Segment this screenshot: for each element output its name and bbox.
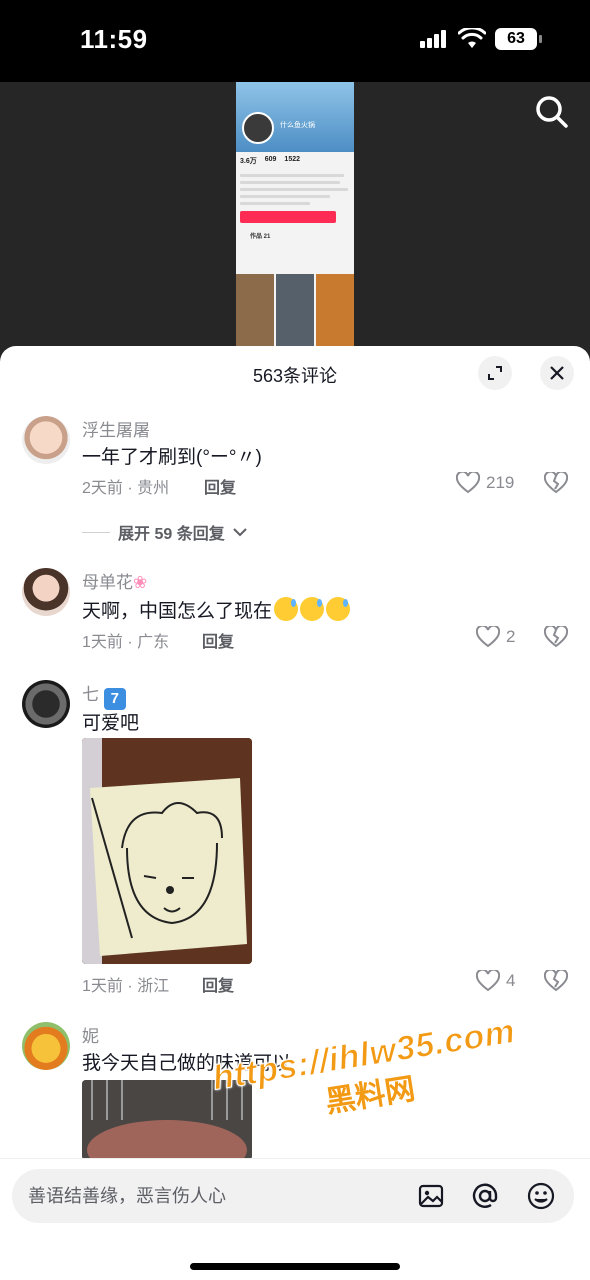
bio-line <box>240 181 340 184</box>
status-bar: 11:59 63 <box>0 0 590 82</box>
broken-heart-icon[interactable] <box>544 626 568 648</box>
reply-button[interactable]: 回复 <box>204 474 236 498</box>
sweat-smile-emoji <box>326 597 351 621</box>
comment-input-container[interactable] <box>12 1169 574 1223</box>
user-avatar[interactable] <box>22 1022 70 1070</box>
comment-image[interactable] <box>82 738 252 964</box>
video-grid <box>236 274 354 346</box>
user-avatar[interactable] <box>22 680 70 728</box>
status-time: 11:59 <box>80 24 148 54</box>
divider <box>82 531 110 533</box>
comment-username[interactable]: 七 7 <box>82 680 126 710</box>
follow-button <box>240 211 336 223</box>
reply-button[interactable]: 回复 <box>202 628 234 652</box>
signal-icon <box>420 30 448 48</box>
comment-time: 2天前 <box>82 480 123 497</box>
like-count: 4 <box>506 971 516 990</box>
bio-line <box>240 174 344 177</box>
expand-button[interactable] <box>478 356 512 390</box>
bio-line <box>240 188 348 191</box>
profile-header: 什么鱼火锅 <box>236 82 354 152</box>
stat-followers: 1522 <box>284 156 300 163</box>
like-button[interactable]: 2 <box>476 626 515 648</box>
user-avatar[interactable] <box>22 568 70 616</box>
comment-location: 广东 <box>137 634 170 651</box>
chevron-down-icon <box>232 528 247 537</box>
close-button[interactable] <box>540 356 574 390</box>
profile-name: 什么鱼火锅 <box>280 122 315 129</box>
posts-tab: 作品 21 <box>250 234 271 240</box>
like-button[interactable]: 4 <box>476 970 515 992</box>
user-avatar[interactable] <box>22 416 70 464</box>
broken-heart-icon[interactable] <box>544 970 568 992</box>
comment-time: 1天前 <box>82 634 123 651</box>
heart-icon <box>456 472 480 494</box>
comment-input-bar <box>0 1158 590 1280</box>
wifi-icon <box>458 28 486 48</box>
search-icon[interactable] <box>532 92 572 132</box>
sweat-smile-emoji <box>300 597 325 621</box>
profile-stats: 3.6万 609 1522 <box>236 152 354 170</box>
comment-meta: 1天前 · 浙江 <box>82 978 170 995</box>
image-icon[interactable] <box>416 1181 446 1211</box>
video-preview[interactable]: 什么鱼火锅 3.6万 609 1522 作品 21 <box>0 82 590 362</box>
broken-heart-icon[interactable] <box>544 472 568 494</box>
battery-icon: 63 <box>495 28 542 50</box>
flower-icon: ❀ <box>133 573 148 592</box>
profile-avatar <box>242 112 274 144</box>
expand-replies-label: 展开 59 条回复 <box>118 526 225 543</box>
comment-username[interactable]: 母单花❀ <box>82 568 147 593</box>
comment-input[interactable] <box>28 1181 408 1211</box>
video-thumbnail[interactable]: 什么鱼火锅 3.6万 609 1522 作品 21 <box>236 82 354 346</box>
home-indicator <box>190 1263 400 1270</box>
bio-line <box>240 195 330 198</box>
comment-text: 天啊，中国怎么了现在 <box>82 596 351 623</box>
drawing-image <box>82 738 252 964</box>
comment-text: 一年了才刷到(°ー°〃) <box>82 447 262 468</box>
comment-meta: 2天前 · 贵州 <box>82 480 170 497</box>
like-button[interactable]: 219 <box>456 472 514 494</box>
emoji-icon[interactable] <box>526 1181 556 1211</box>
comment-text: 可爱吧 <box>82 713 140 734</box>
mention-icon[interactable] <box>470 1181 500 1211</box>
comment-meta: 1天前 · 广东 <box>82 634 170 651</box>
bio-line <box>240 202 310 205</box>
comment-location: 贵州 <box>137 480 170 497</box>
comment-time: 1天前 <box>82 978 123 995</box>
comment-location: 浙江 <box>137 978 170 995</box>
keycap-seven-emoji: 7 <box>103 688 126 710</box>
sweat-smile-emoji <box>274 597 299 621</box>
expand-icon <box>488 366 502 380</box>
stat-likes: 3.6万 <box>240 158 257 165</box>
comments-sheet: 563条评论 浮生屠屠 一年了才刷到(°ー°〃) 2天前 · 贵州 回复 219… <box>0 346 590 1280</box>
comment-username[interactable]: 妮 <box>82 1022 99 1047</box>
reply-button[interactable]: 回复 <box>202 972 234 996</box>
heart-icon <box>476 970 500 992</box>
like-count: 219 <box>486 473 515 492</box>
expand-replies-button[interactable]: 展开 59 条回复 <box>82 520 247 544</box>
heart-icon <box>476 626 500 648</box>
stat-following: 609 <box>264 156 277 163</box>
comment-username[interactable]: 浮生屠屠 <box>82 416 150 441</box>
like-count: 2 <box>506 627 516 646</box>
close-icon <box>550 366 564 380</box>
